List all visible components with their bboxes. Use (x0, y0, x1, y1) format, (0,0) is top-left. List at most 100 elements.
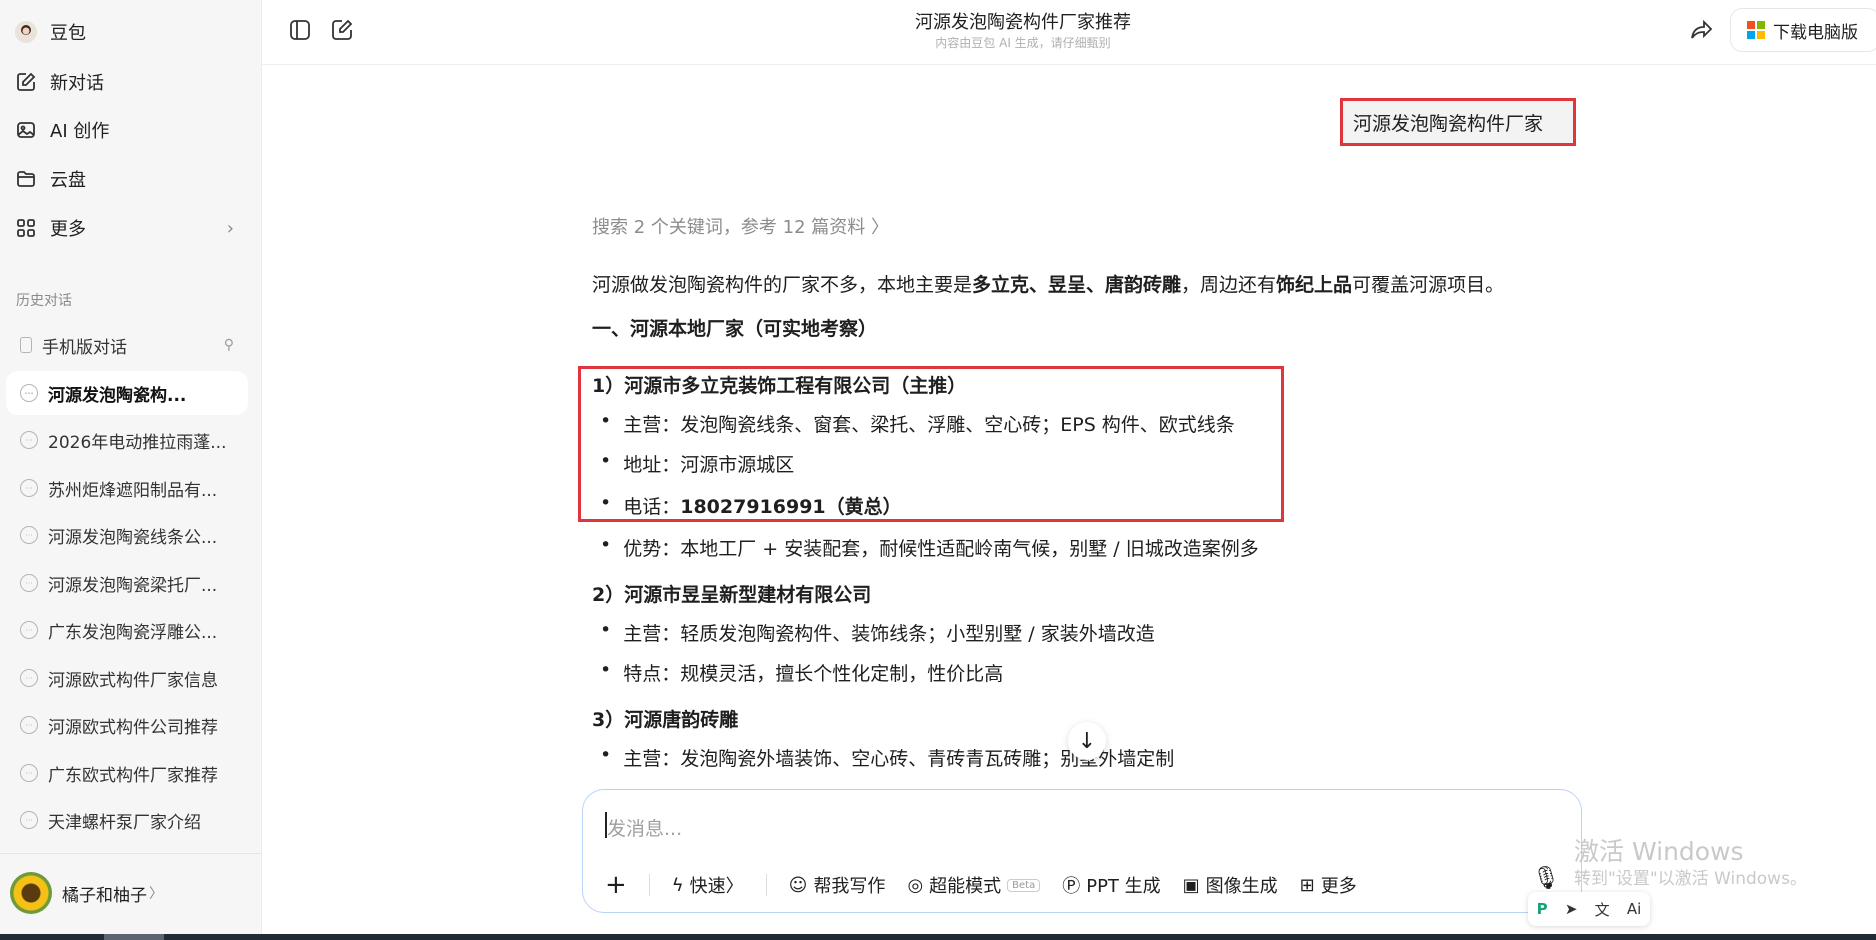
chat-bubble-icon: ··· (20, 479, 38, 497)
chat-bubble-icon: ··· (20, 669, 38, 687)
super-mode-button[interactable]: ◎ 超能模式 Beta (907, 872, 1041, 898)
super-mode-icon: ◎ (907, 874, 924, 896)
history-item-label: 河源发泡陶瓷梁托厂... (48, 575, 218, 596)
plus-icon: + (605, 870, 627, 900)
tool-label: 快速〉 (689, 876, 744, 897)
sidebar-item-more[interactable]: 更多 › (14, 208, 234, 248)
image-generate-button[interactable]: ▣ 图像生成 (1183, 872, 1278, 898)
microphone-icon[interactable]: 🎙 (1532, 866, 1560, 891)
section-heading: 一、河源本地厂家（可实地考察） (592, 318, 878, 340)
user-chevron-icon: 〉 (149, 886, 163, 902)
download-desktop-button[interactable]: 下载电脑版 (1730, 8, 1876, 52)
more-tools-button[interactable]: ⊞ 更多 (1300, 872, 1357, 898)
history-item[interactable]: ··· 广东发泡陶瓷浮雕公... (6, 608, 248, 652)
message-composer[interactable]: 发消息... + ϟ 快速〉 ☺ 帮我写作 ◎ 超能模式 Beta Ⓟ PPT 生成 ▣ 图… (582, 789, 1582, 913)
speed-mode-button[interactable]: ϟ 快速〉 (672, 872, 744, 898)
sidebar-item-ai-create[interactable]: AI 创作 (14, 110, 109, 150)
toolbar-divider (648, 874, 650, 896)
history-item[interactable]: ··· 广东欧式构件厂家推荐 (6, 751, 248, 795)
sidebar-item-label: 新对话 (50, 73, 104, 94)
list-item: 优势：本地工厂 + 安装配套，耐候性适配岭南气候，别墅 / 旧城改造案例多 (600, 534, 1259, 561)
message-input[interactable]: 发消息... (607, 814, 682, 841)
item-key: 主营： (623, 623, 681, 645)
header-divider (262, 64, 1876, 65)
taskbar (0, 934, 1876, 940)
send-icon[interactable]: ➤ (1565, 900, 1578, 918)
history-item[interactable]: ··· 河源欧式构件厂家信息 (6, 656, 248, 700)
pen-icon[interactable]: P (1537, 900, 1548, 918)
chat-bubble-icon: ··· (20, 526, 38, 544)
history-item-active[interactable]: ··· 河源发泡陶瓷构... (6, 371, 248, 415)
item-key: 主营： (623, 414, 681, 436)
beta-badge: Beta (1007, 878, 1041, 892)
tool-label: PPT 生成 (1086, 876, 1161, 897)
writing-icon: ☺ (788, 874, 808, 896)
history-item-label: 河源发泡陶瓷构... (48, 385, 187, 406)
intro-text: 河源做发泡陶瓷构件的厂家不多，本地主要是 (592, 274, 973, 296)
translate-icon[interactable]: 文 (1595, 899, 1610, 920)
phone-icon (20, 337, 32, 353)
page-title: 河源发泡陶瓷构件厂家推荐 (915, 12, 1131, 33)
floating-toolbar: P ➤ 文 Ai (1528, 892, 1650, 926)
list-item: 特点：规模灵活，擅长个性化定制，性价比高 (600, 659, 1003, 686)
user-name: 橘子和柚子 (62, 885, 147, 906)
list-item: 电话：18027916991（黄总） (600, 492, 901, 519)
history-item[interactable]: ··· 河源发泡陶瓷梁托厂... (6, 561, 248, 605)
windows-activation-hint: 转到"设置"以激活 Windows。 (1574, 869, 1807, 889)
item-key: 地址： (623, 454, 681, 476)
tool-label: 更多 (1320, 876, 1357, 897)
attach-button[interactable]: + (605, 870, 627, 900)
history-item[interactable]: 手机版对话 ⚲ (6, 323, 248, 367)
history-item-label: 2026年电动推拉雨蓬... (48, 432, 227, 453)
chat-bubble-icon: ··· (20, 716, 38, 734)
share-icon[interactable] (1688, 16, 1716, 44)
history-item[interactable]: ··· 苏州炬烽遮阳制品有... (6, 466, 248, 510)
company-heading: 2）河源市昱呈新型建材有限公司 (592, 584, 872, 606)
edit-icon (14, 70, 38, 94)
writing-help-button[interactable]: ☺ 帮我写作 (789, 872, 886, 898)
image-icon: ▣ (1182, 874, 1200, 896)
item-value: 发泡陶瓷线条、窗套、梁托、浮雕、空心砖；EPS 构件、欧式线条 (680, 414, 1235, 436)
item-value: 河源市源城区 (680, 454, 795, 476)
image-icon (14, 118, 38, 142)
item-key: 优势： (623, 538, 681, 560)
history-item-label: 广东欧式构件厂家推荐 (48, 765, 218, 786)
grid-icon: ⊞ (1299, 874, 1315, 896)
history-item[interactable]: ··· 河源欧式构件公司推荐 (6, 703, 248, 747)
item-key: 特点： (623, 663, 681, 685)
chat-bubble-icon: ··· (20, 384, 38, 402)
history-item[interactable]: ··· 天津螺杆泵厂家介绍 (6, 798, 248, 842)
ai-icon[interactable]: Ai (1627, 900, 1641, 918)
sidebar: 豆包 新对话 AI 创作 云盘 更多 › 历史对话 手机版对话 ⚲ ··· 河源… (0, 0, 262, 934)
sidebar-item-new-chat[interactable]: 新对话 (14, 62, 104, 102)
sidebar-item-cloud[interactable]: 云盘 (14, 159, 86, 199)
sidebar-divider (0, 853, 262, 854)
history-item[interactable]: ··· 2026年电动推拉雨蓬... (6, 418, 248, 462)
list-item: 地址：河源市源城区 (600, 450, 794, 477)
ppt-generate-button[interactable]: Ⓟ PPT 生成 (1062, 872, 1160, 898)
user-message-text: 河源发泡陶瓷构件厂家 (1353, 112, 1544, 135)
pin-icon[interactable]: ⚲ (224, 337, 234, 353)
tool-label: 图像生成 (1205, 876, 1278, 897)
list-item: 主营：发泡陶瓷线条、窗套、梁托、浮雕、空心砖；EPS 构件、欧式线条 (600, 410, 1235, 437)
arrow-down-icon: ↓ (1077, 728, 1097, 754)
scroll-to-bottom-button[interactable]: ↓ (1068, 722, 1106, 760)
history-item[interactable]: ··· 河源发泡陶瓷线条公... (6, 513, 248, 557)
history-item-label: 河源发泡陶瓷线条公... (48, 527, 218, 548)
windows-activation-watermark: 激活 Windows (1574, 837, 1744, 866)
intro-text: 可覆盖河源项目。 (1352, 274, 1505, 296)
history-item-label: 手机版对话 (42, 337, 127, 358)
lightning-icon: ϟ (671, 874, 684, 896)
history-item-label: 广东发泡陶瓷浮雕公... (48, 622, 218, 643)
sidebar-item-label: 云盘 (50, 170, 86, 191)
user-profile[interactable]: 橘子和柚子 〉 (10, 872, 163, 914)
chevron-right-icon: › (226, 217, 234, 239)
chat-bubble-icon: ··· (20, 764, 38, 782)
chat-bubble-icon: ··· (20, 621, 38, 639)
sidebar-item-label: 更多 (50, 219, 86, 240)
chat-bubble-icon: ··· (20, 431, 38, 449)
ppt-icon: Ⓟ (1062, 876, 1081, 897)
search-reference-link[interactable]: 搜索 2 个关键词，参考 12 篇资料 〉 (592, 213, 889, 239)
folder-icon (14, 167, 38, 191)
tool-label: 帮我写作 (813, 876, 886, 897)
